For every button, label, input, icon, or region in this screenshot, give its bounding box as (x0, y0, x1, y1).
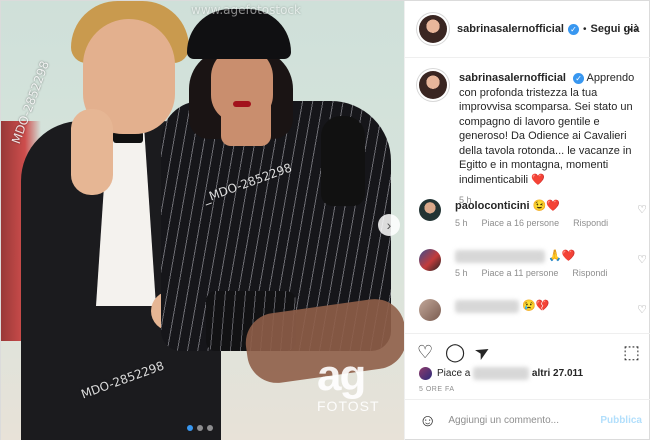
comment-meta: 5 h Piace a 11 persone Rispondi (455, 268, 647, 278)
likes-others-count[interactable]: altri 27.011 (532, 368, 583, 379)
publish-button[interactable]: Pubblica (600, 415, 642, 426)
commenter-avatar[interactable] (419, 299, 441, 321)
agency-watermark-logo: ag FOTOST (317, 351, 380, 415)
share-paper-plane-icon[interactable]: ➤ (471, 340, 494, 365)
comment-like-heart-icon[interactable]: ♡ (637, 203, 647, 216)
photo-woman-glove (321, 116, 365, 206)
emoji-picker-icon[interactable]: ☺ (419, 411, 436, 431)
comment-like-heart-icon[interactable]: ♡ (637, 253, 647, 266)
caption-text: Apprendo con profonda tristezza la tua i… (459, 72, 635, 186)
comment-body: 😢💔 (455, 299, 647, 313)
agency-logo-mark: ag (317, 351, 366, 400)
comment-input[interactable] (448, 415, 599, 426)
post-timestamp: 5 ORE FA (419, 386, 455, 393)
comment-likes-count[interactable]: Piace a 11 persone (482, 268, 559, 278)
commenter-username-blurred (455, 249, 545, 263)
agency-logo-text: FOTOST (317, 398, 380, 414)
photo-watermark: www.agefotostock (191, 3, 301, 17)
carousel-dot (197, 425, 203, 431)
like-heart-icon[interactable]: ♡ (417, 342, 433, 362)
comment-body: paoloconticini 😉❤️ (455, 199, 647, 213)
photo-woman-lips (233, 101, 251, 107)
caption-text-block: sabrinasalernofficial ✓ Apprendo con pro… (459, 71, 644, 187)
likes-summary[interactable]: Piace a altri 27.011 (419, 367, 583, 380)
liker-username-blurred (473, 367, 530, 380)
comment-item: 🙏❤️ 5 h Piace a 11 persone Rispondi ♡ (419, 249, 647, 278)
comment-time: 5 h (455, 218, 468, 228)
comment-text: 🙏❤️ (548, 250, 576, 262)
post-header: sabrinasalernofficial ✓ • Segui già ··· (405, 1, 650, 58)
add-comment-bar: ☺ Pubblica (405, 399, 650, 440)
likes-prefix: Piace a (437, 368, 471, 379)
comment-likes-count[interactable]: Piace a 16 persone (482, 218, 560, 228)
post-caption: sabrinasalernofficial ✓ Apprendo con pro… (419, 71, 644, 205)
instagram-post: MDO-2852298 _MDO-2852298 MDO-2852298 www… (0, 0, 650, 440)
comment-text: 😢💔 (522, 300, 550, 312)
comment-item: paoloconticini 😉❤️ 5 h Piace a 16 person… (419, 199, 647, 228)
author-username[interactable]: sabrinasalernofficial (457, 23, 564, 35)
comment-reply-button[interactable]: Rispondi (572, 268, 607, 278)
carousel-next-button[interactable]: › (378, 214, 400, 236)
carousel-dots (187, 425, 213, 431)
save-bookmark-icon[interactable]: ⬚ (623, 342, 640, 362)
verified-badge-icon: ✓ (568, 23, 579, 35)
comment-bubble-icon[interactable]: ◯ (445, 342, 465, 362)
commenter-avatar[interactable] (419, 199, 441, 221)
comment-like-heart-icon[interactable]: ♡ (637, 303, 647, 316)
post-side-panel: sabrinasalernofficial ✓ • Segui già ··· … (404, 1, 650, 440)
header-separator: • (583, 23, 587, 35)
commenter-username[interactable]: paoloconticini (455, 200, 530, 212)
comment-item: 😢💔 ♡ (419, 299, 647, 321)
carousel-dot-active (187, 425, 193, 431)
verified-badge-icon: ✓ (573, 72, 585, 84)
caption-username[interactable]: sabrinasalernofficial (459, 72, 566, 84)
comment-body: 🙏❤️ (455, 249, 647, 263)
commenter-avatar[interactable] (419, 249, 441, 271)
post-photo[interactable]: MDO-2852298 _MDO-2852298 MDO-2852298 www… (1, 1, 404, 440)
comment-reply-button[interactable]: Rispondi (573, 218, 608, 228)
liker-avatar (419, 367, 432, 380)
comment-text: 😉❤️ (532, 200, 561, 212)
author-avatar[interactable] (419, 15, 447, 43)
commenter-username-blurred (455, 299, 519, 313)
caption-author-avatar[interactable] (419, 71, 447, 99)
more-options-icon[interactable]: ··· (623, 21, 640, 37)
carousel-dot (207, 425, 213, 431)
photo-man-hand-ok (71, 109, 113, 195)
comment-time: 5 h (455, 268, 468, 278)
comment-meta: 5 h Piace a 16 persone Rispondi (455, 218, 647, 228)
